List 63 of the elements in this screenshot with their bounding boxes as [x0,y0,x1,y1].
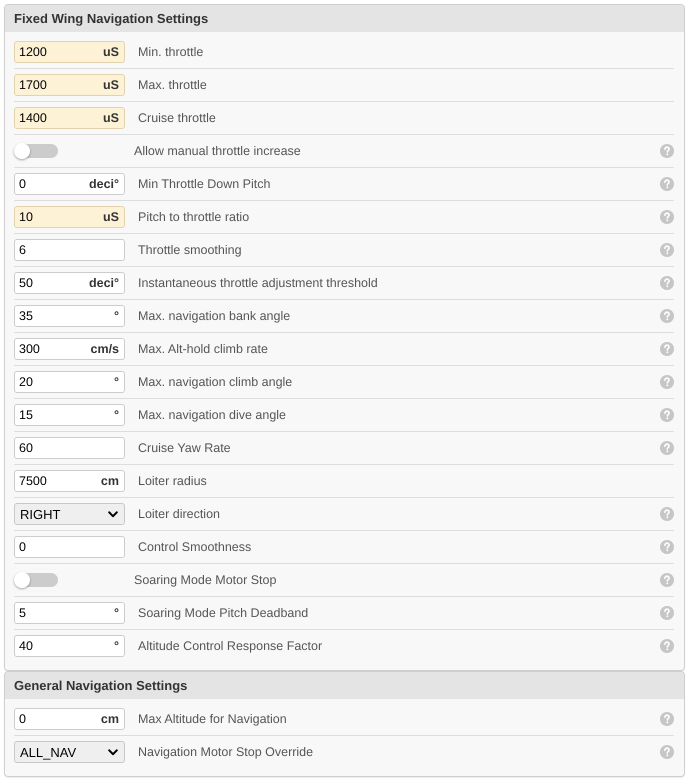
setting-label: Max. navigation bank angle [138,309,290,323]
setting-label: Loiter direction [138,507,220,521]
chevron-down-icon [108,510,118,518]
unit-label: uS [103,45,119,59]
panel-title: General Navigation Settings [14,678,188,693]
setting-label: Max. throttle [138,78,207,92]
help-icon[interactable] [660,243,674,257]
setting-label: Allow manual throttle increase [134,144,301,158]
toggle-switch[interactable] [14,143,58,159]
setting-label: Cruise Yaw Rate [138,441,231,455]
setting-label: Soaring Mode Motor Stop [134,573,276,587]
number-input[interactable]: 0 [14,536,125,558]
help-icon[interactable] [660,441,674,455]
unit-label: deci° [88,177,119,191]
toggle-switch[interactable] [14,572,58,588]
unit-label: cm [100,712,119,726]
unit-label: ° [114,375,119,389]
unit-label: ° [114,606,119,620]
help-icon[interactable] [660,144,674,158]
unit-label: deci° [88,276,119,290]
unit-label: cm [100,474,119,488]
setting-label: Max Altitude for Navigation [138,712,287,726]
help-icon[interactable] [660,309,674,323]
setting-label: Navigation Motor Stop Override [138,745,314,759]
number-input[interactable]: 6 [14,239,125,261]
chevron-down-icon [108,748,118,756]
unit-label: uS [103,78,119,92]
setting-label: Control Smoothness [138,540,252,554]
unit-label: ° [114,408,119,422]
setting-label: Pitch to throttle ratio [138,210,250,224]
help-icon[interactable] [660,540,674,554]
dropdown[interactable]: ALL_NAV [14,741,125,763]
setting-label: Max. navigation dive angle [138,408,286,422]
help-icon[interactable] [660,276,674,290]
help-icon[interactable] [660,408,674,422]
setting-label: Loiter radius [138,474,207,488]
panel-title: Fixed Wing Navigation Settings [14,11,208,26]
setting-label: Max. Alt-hold climb rate [138,342,268,356]
setting-label: Altitude Control Response Factor [138,639,322,653]
dropdown[interactable]: RIGHT [14,503,125,525]
setting-label: Min. throttle [138,45,204,59]
unit-label: uS [103,111,119,125]
setting-label: Soaring Mode Pitch Deadband [138,606,308,620]
help-icon[interactable] [660,639,674,653]
setting-label: Max. navigation climb angle [138,375,292,389]
number-input[interactable]: 60 [14,437,125,459]
help-icon[interactable] [660,507,674,521]
setting-label: Min Throttle Down Pitch [138,177,270,191]
help-icon[interactable] [660,712,674,726]
unit-label: cm/s [90,342,119,356]
setting-label: Cruise throttle [138,111,216,125]
unit-label: ° [114,309,119,323]
help-icon[interactable] [660,210,674,224]
setting-label: Throttle smoothing [138,243,242,257]
help-icon[interactable] [660,177,674,191]
help-icon[interactable] [660,745,674,759]
unit-label: ° [114,639,119,653]
help-icon[interactable] [660,573,674,587]
setting-label: Instantaneous throttle adjustment threshold [138,276,378,290]
unit-label: uS [103,210,119,224]
help-icon[interactable] [660,606,674,620]
help-icon[interactable] [660,375,674,389]
help-icon[interactable] [660,342,674,356]
